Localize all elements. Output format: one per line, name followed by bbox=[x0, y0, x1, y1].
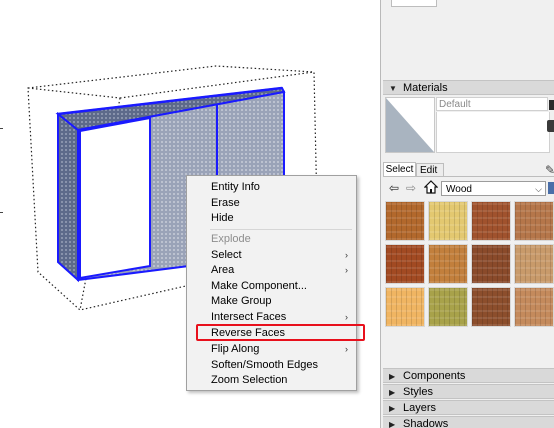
expand-triangle-icon: ▶ bbox=[389, 372, 396, 381]
menu-label: Flip Along bbox=[211, 343, 260, 355]
chevron-down-icon: ⌵ bbox=[535, 184, 542, 194]
menu-label: Intersect Faces bbox=[211, 311, 287, 323]
material-swatch[interactable] bbox=[428, 287, 468, 327]
axis-tick bbox=[0, 128, 3, 129]
material-swatch[interactable] bbox=[514, 201, 554, 241]
components-panel-header[interactable]: ▶ Components bbox=[383, 368, 554, 383]
panel-title: Styles bbox=[403, 386, 433, 398]
menu-item-soften-smooth-edges[interactable]: Soften/Smooth Edges bbox=[188, 357, 355, 373]
create-material-icon[interactable] bbox=[549, 100, 554, 110]
menu-label: Area bbox=[211, 264, 235, 276]
material-swatch[interactable] bbox=[471, 287, 511, 327]
material-swatch[interactable] bbox=[428, 244, 468, 284]
materials-panel-header[interactable]: ▼ Materials bbox=[383, 80, 554, 95]
forward-arrow-icon[interactable]: ⇨ bbox=[406, 181, 416, 195]
home-icon[interactable] bbox=[423, 180, 439, 194]
details-icon[interactable] bbox=[548, 182, 554, 194]
material-swatch[interactable] bbox=[385, 244, 425, 284]
menu-item-intersect-faces[interactable]: Intersect Faces › bbox=[188, 309, 355, 325]
pencil-icon[interactable]: ✎ bbox=[545, 163, 554, 177]
preview-thumbnail bbox=[391, 0, 437, 7]
menu-label: Soften/Smooth Edges bbox=[211, 359, 319, 371]
menu-label: Reverse Faces bbox=[211, 327, 285, 339]
material-name: Default bbox=[439, 99, 471, 110]
menu-item-select[interactable]: Select › bbox=[188, 247, 355, 263]
submenu-arrow-icon: › bbox=[345, 344, 348, 354]
layers-panel-header[interactable]: ▶ Layers bbox=[383, 400, 554, 415]
panel-title: Components bbox=[403, 370, 466, 382]
expand-triangle-icon: ▶ bbox=[389, 388, 396, 397]
menu-item-explode: Explode bbox=[188, 231, 355, 247]
menu-label: Zoom Selection bbox=[211, 374, 288, 386]
library-name: Wood bbox=[446, 184, 472, 195]
material-preview bbox=[385, 97, 435, 153]
menu-item-make-group[interactable]: Make Group bbox=[188, 293, 355, 309]
menu-item-hide[interactable]: Hide bbox=[188, 210, 355, 226]
menu-item-reverse-faces[interactable]: Reverse Faces bbox=[188, 325, 355, 341]
panel-title: Layers bbox=[403, 402, 437, 414]
material-swatch-grid bbox=[385, 201, 554, 333]
styles-panel-header[interactable]: ▶ Styles bbox=[383, 384, 554, 399]
library-dropdown[interactable]: Wood ⌵ bbox=[441, 181, 546, 196]
axis-tick bbox=[0, 212, 3, 213]
material-name-field[interactable]: Default bbox=[436, 97, 548, 111]
tab-edit[interactable]: Edit bbox=[416, 163, 444, 176]
menu-separator bbox=[210, 229, 352, 230]
menu-item-flip-along[interactable]: Flip Along › bbox=[188, 341, 355, 357]
expand-triangle-icon: ▶ bbox=[389, 420, 396, 428]
material-swatch[interactable] bbox=[385, 201, 425, 241]
menu-item-make-component[interactable]: Make Component... bbox=[188, 278, 355, 294]
menu-label: Explode bbox=[211, 233, 251, 245]
paint-bucket-icon[interactable] bbox=[547, 120, 554, 132]
menu-item-erase[interactable]: Erase bbox=[188, 195, 355, 211]
panel-title: Materials bbox=[403, 82, 448, 94]
menu-label: Make Group bbox=[211, 295, 272, 307]
menu-item-area[interactable]: Area › bbox=[188, 262, 355, 278]
menu-label: Erase bbox=[211, 197, 240, 209]
material-swatch[interactable] bbox=[514, 287, 554, 327]
menu-label: Hide bbox=[211, 212, 234, 224]
collapse-triangle-icon: ▼ bbox=[389, 84, 397, 93]
default-material-swatch bbox=[386, 98, 434, 152]
material-swatch[interactable] bbox=[471, 244, 511, 284]
material-info-area bbox=[436, 112, 550, 153]
tab-label: Edit bbox=[420, 165, 438, 176]
submenu-arrow-icon: › bbox=[345, 250, 348, 260]
material-swatch[interactable] bbox=[471, 201, 511, 241]
tab-select[interactable]: Select bbox=[383, 162, 416, 176]
tab-divider bbox=[383, 176, 554, 177]
shadows-panel-header[interactable]: ▶ Shadows bbox=[383, 416, 554, 428]
expand-triangle-icon: ▶ bbox=[389, 404, 396, 413]
menu-label: Entity Info bbox=[211, 181, 260, 193]
menu-label: Select bbox=[211, 249, 242, 261]
back-arrow-icon[interactable]: ⇦ bbox=[389, 181, 399, 195]
menu-item-zoom-selection[interactable]: Zoom Selection bbox=[188, 372, 355, 388]
panel-title: Shadows bbox=[403, 418, 449, 428]
submenu-arrow-icon: › bbox=[345, 312, 348, 322]
menu-item-entity-info[interactable]: Entity Info bbox=[188, 179, 355, 195]
menu-label: Make Component... bbox=[211, 280, 307, 292]
tab-label: Select bbox=[385, 164, 414, 175]
context-menu: Entity Info Erase Hide Explode Select › A… bbox=[186, 175, 357, 391]
submenu-arrow-icon: › bbox=[345, 265, 348, 275]
material-swatch[interactable] bbox=[514, 244, 554, 284]
material-swatch[interactable] bbox=[428, 201, 468, 241]
material-swatch[interactable] bbox=[385, 287, 425, 327]
default-tray: ▼ Materials Default Select Edit ✎ ⇦ ⇨ Woo… bbox=[380, 0, 554, 428]
